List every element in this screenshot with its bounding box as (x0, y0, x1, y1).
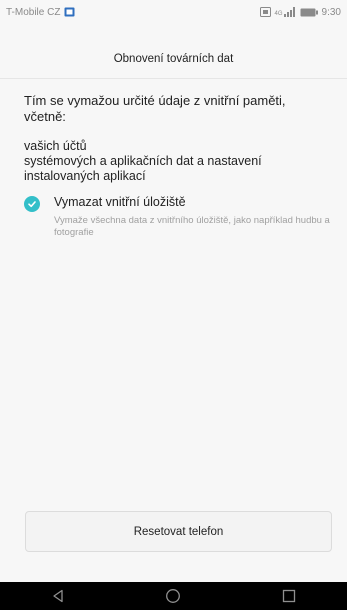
back-button[interactable] (38, 582, 78, 610)
battery-icon (300, 8, 318, 16)
clock: 9:30 (321, 6, 341, 18)
main-content: Tím se vymažou určité údaje z vnitřní pa… (24, 93, 330, 239)
reset-phone-button[interactable]: Resetovat telefon (25, 511, 332, 552)
network-type-label: 4G (274, 11, 283, 17)
sim-icon (259, 7, 271, 17)
signal-icon (283, 7, 295, 17)
option-text: Vymazat vnitřní úložiště Vymaže všechna … (54, 194, 330, 239)
back-icon (53, 589, 63, 603)
option-sublabel: Vymaže všechna data z vnitřního úložiště… (54, 215, 330, 238)
page-title: Obnovení továrních dat (0, 40, 347, 79)
status-bar-right: 4G 9:30 (259, 6, 341, 18)
notification-icon (64, 7, 75, 17)
carrier-label: T-Mobile CZ (6, 6, 61, 18)
erase-internal-storage-option[interactable]: Vymazat vnitřní úložiště Vymaže všechna … (24, 194, 330, 239)
recents-button[interactable] (269, 582, 309, 610)
status-bar: T-Mobile CZ 4G 9:30 (0, 0, 347, 24)
list-item-accounts: vašich účtů (24, 139, 87, 153)
checkbox-checked-icon[interactable] (24, 196, 40, 212)
home-button[interactable] (153, 582, 193, 610)
home-icon (166, 589, 181, 603)
option-label: Vymazat vnitřní úložiště (54, 195, 186, 209)
description-text: Tím se vymažou určité údaje z vnitřní pa… (24, 93, 286, 124)
status-bar-left: T-Mobile CZ (6, 7, 75, 18)
list-item-system-data: systémových a aplikačních dat a nastaven… (24, 154, 262, 183)
recents-icon (282, 589, 296, 603)
navigation-bar (0, 582, 347, 610)
